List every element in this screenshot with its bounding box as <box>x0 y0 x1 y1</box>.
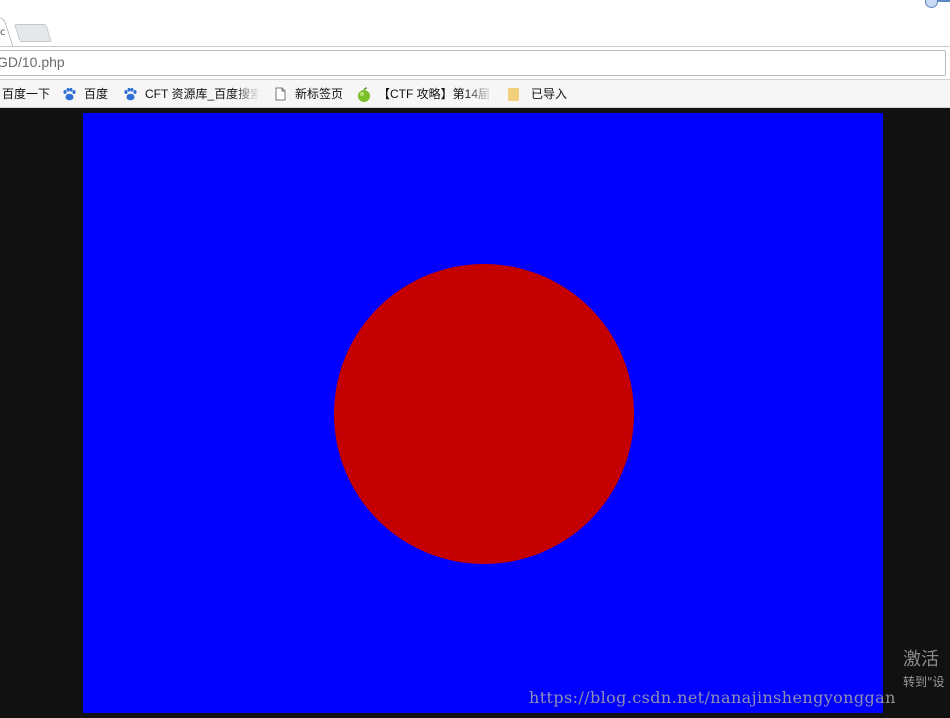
bookmark-ctf-guide[interactable]: 【CTF 攻略】第14届 <box>356 80 493 107</box>
red-circle <box>334 264 634 564</box>
profile-icon[interactable] <box>925 0 938 8</box>
active-tab-close-glyph[interactable]: c <box>0 27 6 38</box>
csdn-watermark: https://blog.csdn.net/nanajinshengyongga… <box>529 688 896 707</box>
page-viewport <box>0 108 950 718</box>
baidu-paw-icon <box>123 87 137 101</box>
bookmark-label: 百度一下 <box>2 87 51 101</box>
bookmarks-bar: 百度一下 百度 CFT 资源库_百度搜索 新标签页 【CTF 攻略】第14届 已… <box>0 80 950 108</box>
generated-image-canvas <box>83 113 883 713</box>
profile-connector <box>936 0 950 2</box>
bookmark-label: 【CTF 攻略】第14届 <box>378 87 491 101</box>
address-bar[interactable]: GD/10.php <box>0 50 946 76</box>
bookmark-new-tab-page[interactable]: 新标签页 <box>273 80 343 107</box>
bookmark-imported-folder[interactable]: 已导入 <box>507 80 567 107</box>
bookmark-baidu[interactable]: 百度 <box>62 80 108 107</box>
bookmark-label: 百度 <box>84 87 109 101</box>
new-tab-button[interactable] <box>14 24 52 42</box>
tab-strip: c <box>0 0 950 48</box>
bookmark-label: CFT 资源库_百度搜索 <box>145 87 260 101</box>
bookmark-label: 新标签页 <box>295 87 344 101</box>
url-text[interactable]: GD/10.php <box>0 54 65 70</box>
bookmark-cft-resource[interactable]: CFT 资源库_百度搜索 <box>123 80 260 107</box>
bookmark-baidu-yixia[interactable]: 百度一下 <box>2 80 50 107</box>
windows-activation-title: 激活 <box>903 649 939 670</box>
bookmark-label: 已导入 <box>531 87 568 101</box>
page-icon <box>273 87 287 101</box>
baidu-paw-icon <box>62 87 76 101</box>
apple-icon <box>356 86 370 102</box>
folder-icon <box>507 87 521 101</box>
windows-activation-hint: 转到"设 <box>903 675 945 689</box>
toolbar: GD/10.php <box>0 46 950 80</box>
